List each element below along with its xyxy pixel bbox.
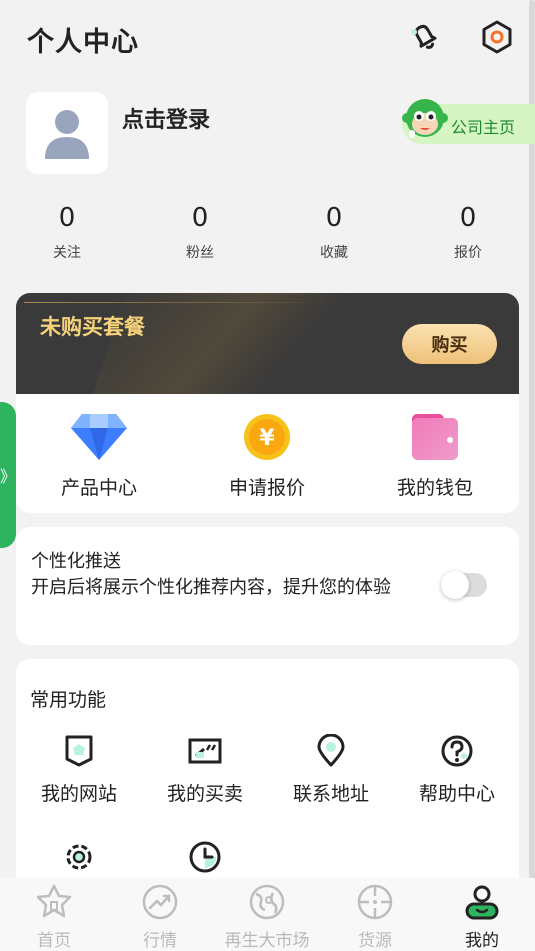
personalization-card: 个性化推送 开启后将展示个性化推荐内容，提升您的体验 [16, 527, 519, 645]
trade-icon [142, 733, 268, 769]
nav-supply[interactable]: 货源 [320, 882, 430, 951]
home-icon [0, 882, 109, 922]
functions-title: 常用功能 [30, 689, 107, 711]
monkey-mascot-icon [402, 99, 448, 138]
wallet-icon [355, 411, 515, 463]
nav-mine[interactable]: 我的 [427, 882, 535, 951]
stat-value: 0 [325, 203, 343, 233]
profile-section: 点击登录 公司主页 [0, 80, 535, 190]
nav-mine-label: 我的 [465, 931, 499, 951]
nav-supply-label: 货源 [358, 931, 392, 951]
apply-quote-item[interactable]: ¥ 申请报价 [187, 411, 347, 500]
my-trade-label: 我的买卖 [166, 783, 243, 805]
svg-text:¥: ¥ [259, 426, 275, 451]
my-trade-item[interactable]: 我的买卖 [142, 733, 268, 806]
header: 个人中心 [0, 0, 535, 78]
bottom-nav: 首页 行情 再生大市场 货源 我的 [0, 878, 535, 951]
stat-value: 0 [459, 203, 477, 233]
stat-value: 0 [191, 203, 209, 233]
my-website-item[interactable]: 我的网站 [16, 733, 142, 806]
common-functions-card: 常用功能 我的网站 我的买卖 联系地址 帮助中心 [16, 659, 519, 899]
history-item[interactable] [142, 839, 268, 875]
nav-recycle-market[interactable]: 再生大市场 [212, 882, 322, 951]
stat-follow[interactable]: 0 关注 [17, 200, 117, 262]
nav-home-label: 首页 [37, 931, 71, 951]
clock-icon [142, 839, 268, 875]
stat-label: 关注 [53, 245, 81, 261]
profile-icon [427, 882, 535, 922]
wallet-item[interactable]: 我的钱包 [355, 411, 515, 500]
banner-line [24, 302, 334, 303]
stat-label: 报价 [454, 245, 482, 261]
wallet-label: 我的钱包 [396, 477, 473, 499]
expand-arrow-icon: 》 [0, 467, 17, 486]
stats-row: 0 关注 0 粉丝 0 收藏 0 报价 [0, 200, 535, 270]
product-center-label: 产品中心 [60, 477, 137, 499]
location-icon [268, 733, 394, 769]
nav-market-trend[interactable]: 行情 [105, 882, 215, 951]
personalization-title: 个性化推送 [31, 551, 121, 572]
stat-value: 0 [58, 203, 76, 233]
package-card: 未购买套餐 购买 产品中心 ¥ 申请报价 我的钱包 [16, 293, 519, 513]
package-title: 未购买套餐 [40, 315, 145, 339]
personalization-toggle[interactable] [441, 571, 487, 599]
settings-icon [16, 839, 142, 875]
nav-market-trend-label: 行情 [143, 931, 177, 951]
stat-label: 粉丝 [186, 245, 214, 261]
stat-favorites[interactable]: 0 收藏 [284, 200, 384, 262]
toggle-knob [441, 571, 469, 599]
stat-quotes[interactable]: 0 报价 [418, 200, 518, 262]
side-expand-tab[interactable]: 》 [0, 402, 16, 548]
settings-item[interactable] [16, 839, 142, 875]
buy-button[interactable]: 购买 [402, 324, 497, 364]
contact-address-label: 联系地址 [292, 783, 369, 805]
product-center-item[interactable]: 产品中心 [19, 411, 179, 500]
diamond-icon [19, 411, 179, 463]
nav-recycle-market-label: 再生大市场 [224, 931, 310, 951]
stat-fans[interactable]: 0 粉丝 [150, 200, 250, 262]
yen-coin-icon: ¥ [187, 411, 347, 463]
help-icon [394, 733, 520, 769]
notification-bell-icon[interactable] [404, 16, 446, 58]
avatar[interactable] [26, 92, 108, 174]
target-icon [320, 882, 430, 922]
package-banner: 未购买套餐 购买 [16, 293, 519, 394]
market-globe-icon [212, 882, 322, 922]
nav-home[interactable]: 首页 [0, 882, 109, 951]
page-title: 个人中心 [27, 27, 139, 58]
stat-label: 收藏 [320, 245, 348, 261]
website-icon [16, 733, 142, 769]
contact-address-item[interactable]: 联系地址 [268, 733, 394, 806]
help-center-item[interactable]: 帮助中心 [394, 733, 520, 806]
apply-quote-label: 申请报价 [228, 477, 305, 499]
my-website-label: 我的网站 [40, 783, 117, 805]
banner-decoration [80, 293, 372, 394]
personalization-desc: 开启后将展示个性化推荐内容，提升您的体验 [31, 577, 391, 598]
trend-icon [105, 882, 215, 922]
company-home-label: 公司主页 [451, 118, 516, 137]
help-center-label: 帮助中心 [418, 783, 495, 805]
settings-hex-icon[interactable] [476, 16, 518, 58]
company-home-button[interactable]: 公司主页 [402, 99, 535, 144]
login-link[interactable]: 点击登录 [122, 102, 210, 134]
